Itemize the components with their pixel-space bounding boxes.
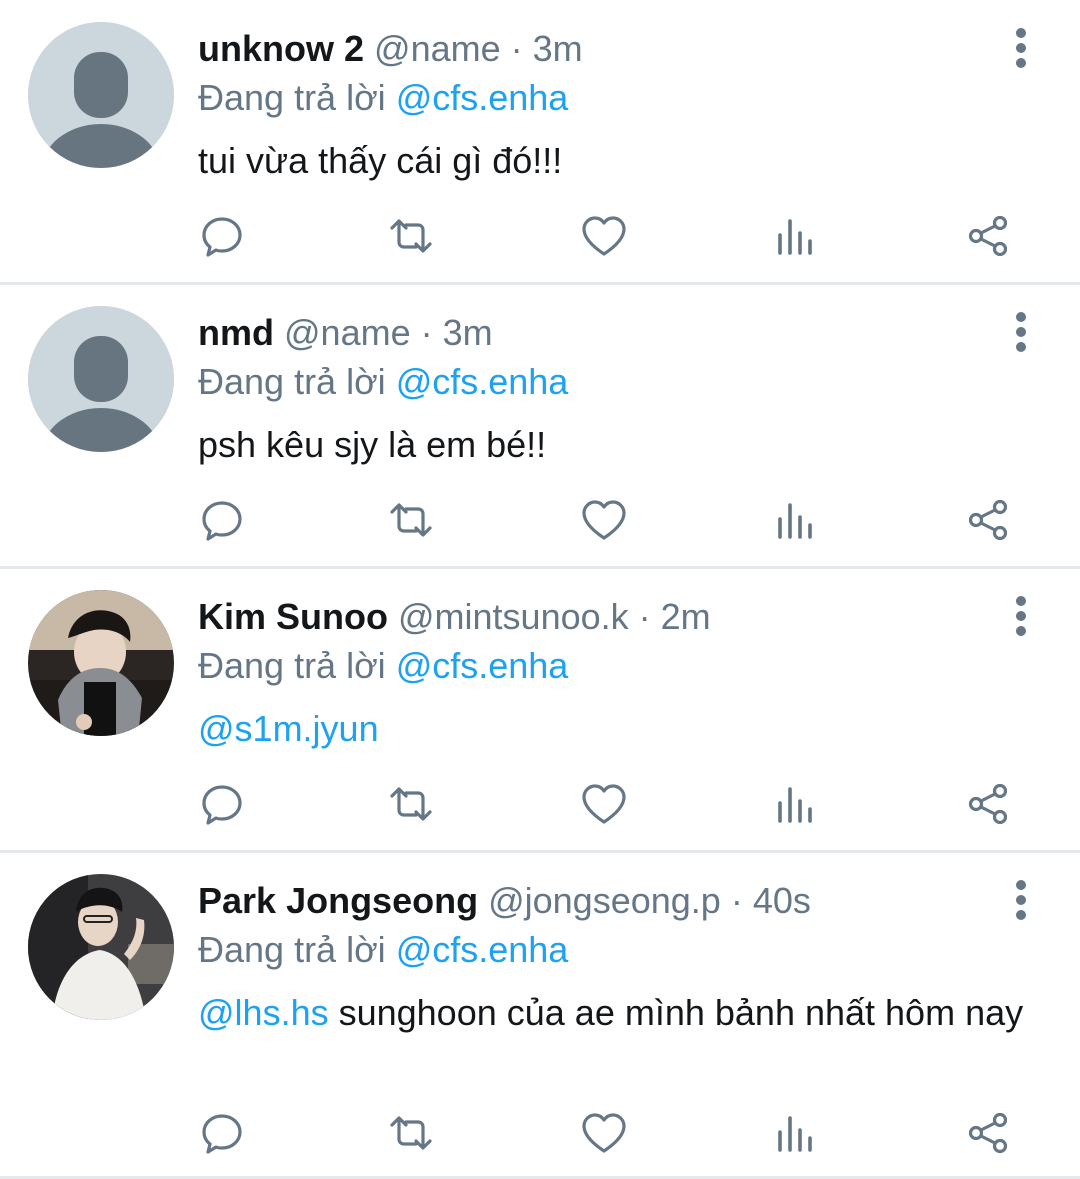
tweet-header: unknow 2 @name · 3m: [198, 28, 583, 70]
username[interactable]: @mintsunoo.k: [398, 596, 629, 637]
photo-avatar-icon: [28, 874, 174, 1020]
analytics-icon[interactable]: [771, 211, 821, 261]
reply-to-mention[interactable]: @cfs.enha: [396, 929, 569, 970]
share-icon[interactable]: [964, 1108, 1014, 1158]
username[interactable]: @jongseong.p: [488, 880, 721, 921]
more-options-icon[interactable]: [1004, 880, 1038, 920]
username[interactable]: @name: [374, 28, 501, 69]
retweet-icon[interactable]: [386, 1108, 436, 1158]
like-icon[interactable]: [579, 211, 629, 261]
separator: ·: [720, 880, 753, 921]
tweet-text: tui vừa thấy cái gì đó!!!: [198, 138, 1038, 184]
like-icon[interactable]: [579, 779, 629, 829]
share-icon[interactable]: [964, 495, 1014, 545]
tweet-body: sunghoon của ae mình bảnh nhất hôm nay: [328, 992, 1024, 1033]
action-bar: [0, 211, 1080, 261]
reply-tweet[interactable]: Kim Sunoo @mintsunoo.k · 2m Đang trả lời…: [0, 568, 1080, 850]
timestamp[interactable]: 40s: [753, 880, 811, 921]
like-icon[interactable]: [579, 1108, 629, 1158]
share-icon[interactable]: [964, 211, 1014, 261]
reply-icon[interactable]: [197, 211, 247, 261]
share-icon[interactable]: [964, 779, 1014, 829]
avatar[interactable]: [28, 590, 174, 736]
reply-to-mention[interactable]: @cfs.enha: [396, 645, 569, 686]
body-mention[interactable]: @s1m.jyun: [198, 708, 379, 749]
reply-icon[interactable]: [197, 779, 247, 829]
timestamp[interactable]: 3m: [533, 28, 583, 69]
action-bar: [0, 1108, 1080, 1158]
replying-to-label: Đang trả lời: [198, 361, 396, 402]
avatar[interactable]: [28, 874, 174, 1020]
retweet-icon[interactable]: [386, 211, 436, 261]
replying-to-label: Đang trả lời: [198, 77, 396, 118]
timestamp[interactable]: 2m: [661, 596, 711, 637]
analytics-icon[interactable]: [771, 779, 821, 829]
default-avatar-icon: [28, 306, 174, 452]
separator: ·: [628, 596, 661, 637]
reply-to-mention[interactable]: @cfs.enha: [396, 77, 569, 118]
more-options-icon[interactable]: [1004, 312, 1038, 352]
tweet-text: @lhs.hs sunghoon của ae mình bảnh nhất h…: [198, 990, 1028, 1036]
tweet-header: Park Jongseong @jongseong.p · 40s: [198, 880, 811, 922]
display-name[interactable]: Kim Sunoo: [198, 596, 388, 637]
analytics-icon[interactable]: [771, 495, 821, 545]
avatar[interactable]: [28, 306, 174, 452]
replying-to: Đang trả lời @cfs.enha: [198, 77, 568, 119]
body-mention[interactable]: @lhs.hs: [198, 992, 329, 1033]
more-options-icon[interactable]: [1004, 28, 1038, 68]
display-name[interactable]: Park Jongseong: [198, 880, 478, 921]
replying-to: Đang trả lời @cfs.enha: [198, 361, 568, 403]
reply-to-mention[interactable]: @cfs.enha: [396, 361, 569, 402]
replying-to-label: Đang trả lời: [198, 645, 396, 686]
replying-to: Đang trả lời @cfs.enha: [198, 929, 568, 971]
tweet-body: tui vừa thấy cái gì đó!!!: [198, 140, 563, 181]
replying-to: Đang trả lời @cfs.enha: [198, 645, 568, 687]
default-avatar-icon: [28, 22, 174, 168]
analytics-icon[interactable]: [771, 1108, 821, 1158]
reply-tweet[interactable]: nmd @name · 3m Đang trả lời @cfs.enha ps…: [0, 284, 1080, 566]
timestamp[interactable]: 3m: [443, 312, 493, 353]
tweet-header: Kim Sunoo @mintsunoo.k · 2m: [198, 596, 711, 638]
display-name[interactable]: unknow 2: [198, 28, 364, 69]
reply-tweet[interactable]: Park Jongseong @jongseong.p · 40s Đang t…: [0, 852, 1080, 1176]
replying-to-label: Đang trả lời: [198, 929, 396, 970]
tweet-body: psh kêu sjy là em bé!!: [198, 424, 547, 465]
retweet-icon[interactable]: [386, 779, 436, 829]
separator: ·: [410, 312, 443, 353]
avatar[interactable]: [28, 22, 174, 168]
reply-tweet[interactable]: unknow 2 @name · 3m Đang trả lời @cfs.en…: [0, 0, 1080, 282]
username[interactable]: @name: [284, 312, 411, 353]
more-options-icon[interactable]: [1004, 596, 1038, 636]
action-bar: [0, 779, 1080, 829]
display-name[interactable]: nmd: [198, 312, 274, 353]
separator: ·: [500, 28, 533, 69]
reply-icon[interactable]: [197, 495, 247, 545]
reply-icon[interactable]: [197, 1108, 247, 1158]
retweet-icon[interactable]: [386, 495, 436, 545]
tweet-text: @s1m.jyun: [198, 706, 1038, 752]
tweet-header: nmd @name · 3m: [198, 312, 493, 354]
like-icon[interactable]: [579, 495, 629, 545]
action-bar: [0, 495, 1080, 545]
photo-avatar-icon: [28, 590, 174, 736]
tweet-text: psh kêu sjy là em bé!!: [198, 422, 1038, 468]
